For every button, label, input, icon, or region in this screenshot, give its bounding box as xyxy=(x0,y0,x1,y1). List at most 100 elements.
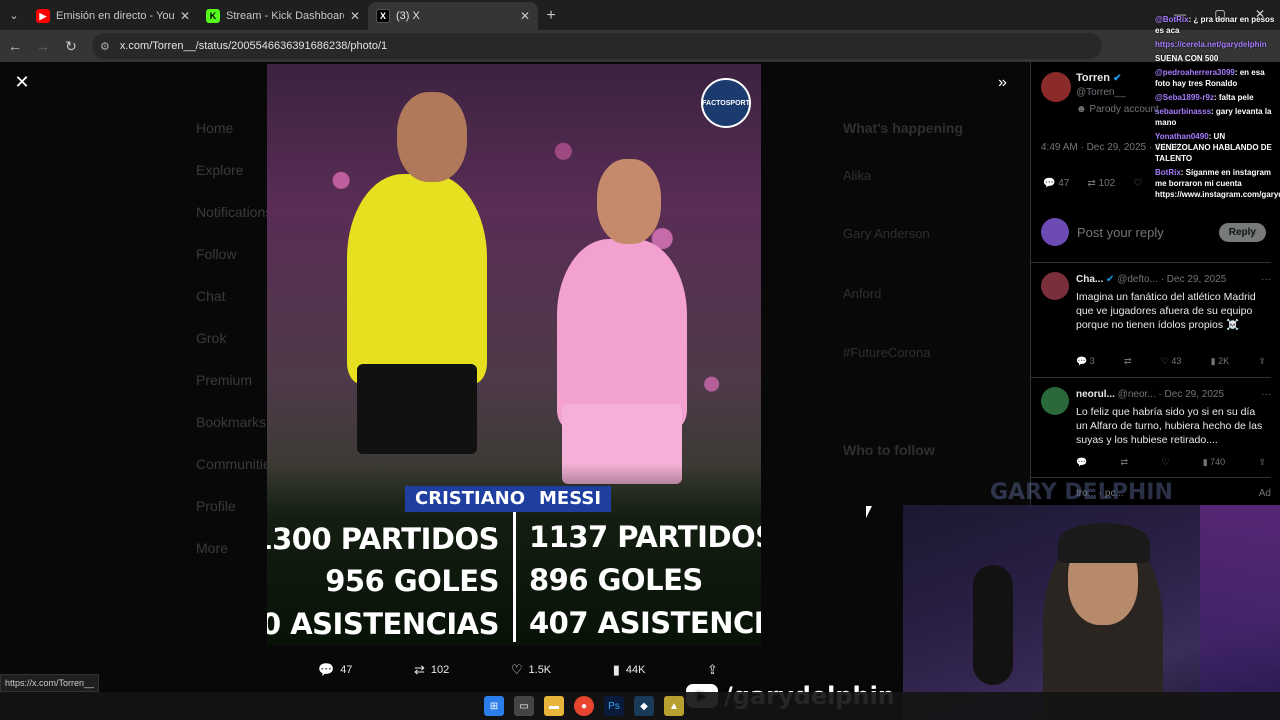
tab-search-chevron-icon[interactable]: ⌄ xyxy=(0,0,28,30)
player-right-jersey xyxy=(557,239,687,429)
like-action[interactable]: ♡ 43 xyxy=(1161,356,1182,367)
author-handle[interactable]: @Torren__ xyxy=(1076,87,1126,98)
right-stat-assists: 407 ASISTENCIAS xyxy=(529,606,761,640)
chat-user: @BotRix xyxy=(1155,15,1189,24)
forward-icon[interactable]: → xyxy=(30,33,56,59)
status-url-tooltip: https://x.com/Torren__ xyxy=(0,674,100,692)
share-icon[interactable]: ⇪ xyxy=(1258,356,1266,367)
share-action[interactable]: ⇪ xyxy=(707,662,718,678)
reply-action[interactable]: 💬 3 xyxy=(1076,356,1095,367)
like-count: 43 xyxy=(1171,356,1182,366)
avatar[interactable] xyxy=(1041,387,1069,415)
post-photo[interactable]: FACTOSPORT CRISTIANO MESSI 1300 PARTIDOS… xyxy=(267,64,761,646)
player-right-head xyxy=(597,159,661,244)
site-info-icon[interactable]: ⚙ xyxy=(100,40,110,53)
tab-kick-dashboard[interactable]: K Stream - Kick Dashboard ✕ xyxy=(198,2,368,30)
task-view-icon[interactable]: ▭ xyxy=(514,696,534,716)
chat-user: @pedroaherrera3099 xyxy=(1155,68,1235,77)
ghost-nav-grok: Grok xyxy=(196,330,227,346)
repost-icon[interactable]: ⇄ xyxy=(1124,356,1132,367)
app-icon[interactable]: ◆ xyxy=(634,696,654,716)
reply-button[interactable]: Reply xyxy=(1218,222,1266,242)
mouse-cursor-icon xyxy=(866,506,872,518)
reply-action[interactable]: 💬 47 xyxy=(318,662,352,678)
right-player-name: MESSI xyxy=(529,486,612,512)
ghost-who-to-follow: Who to follow xyxy=(843,442,935,458)
heart-icon[interactable]: ♡ xyxy=(1161,457,1169,468)
tab-youtube-studio[interactable]: ▶ Emisión en directo - YouTube Studio ✕ xyxy=(28,2,198,30)
stream-chat-overlay: @BotRix: ¿ pra donar en pesos es aca htt… xyxy=(1155,14,1280,203)
tab-close-icon[interactable]: ✕ xyxy=(180,9,190,23)
url-field[interactable]: ⚙ x.com/Torren__/status/2005546636391686… xyxy=(92,33,1102,59)
tab-x[interactable]: X (3) X ✕ xyxy=(368,2,538,30)
reload-icon[interactable]: ↻ xyxy=(58,33,84,59)
right-stat-matches: 1137 PARTIDOS xyxy=(529,520,761,554)
reply-input[interactable]: Post your reply xyxy=(1077,225,1219,240)
more-icon[interactable]: ··· xyxy=(1261,274,1271,285)
new-tab-button[interactable]: + xyxy=(538,2,564,30)
windows-start-icon[interactable]: ⊞ xyxy=(484,696,504,716)
photoshop-icon[interactable]: Ps xyxy=(604,696,624,716)
led-background xyxy=(1200,505,1280,720)
avatar[interactable] xyxy=(1041,272,1069,300)
repost-count: 102 xyxy=(430,664,450,676)
comment-item[interactable]: neorul... @neor... · Dec 29, 2025 ··· Lo… xyxy=(1041,387,1271,472)
ghost-trend: Gary Anderson xyxy=(843,226,930,241)
share-icon[interactable]: ⇪ xyxy=(1258,457,1266,468)
address-bar-row: ← → ↻ ⚙ x.com/Torren__/status/2005546636… xyxy=(0,30,1280,62)
avatar[interactable] xyxy=(1041,72,1071,102)
chat-message: SUENA CON 500 xyxy=(1155,54,1219,63)
author-name[interactable]: Torren ✔ xyxy=(1076,72,1121,84)
like-action[interactable]: ♡ xyxy=(1133,178,1142,189)
views-action[interactable]: ▮ 2K xyxy=(1211,356,1229,367)
parody-label: ☻ Parody account xyxy=(1076,104,1159,115)
chrome-icon[interactable]: ● xyxy=(574,696,594,716)
comment-author[interactable]: neorul... xyxy=(1076,389,1115,400)
expand-sidebar-icon[interactable]: » xyxy=(998,74,1007,92)
file-explorer-icon[interactable]: ▬ xyxy=(544,696,564,716)
views-action[interactable]: ▮ 44K xyxy=(613,662,646,678)
views-icon: ▮ xyxy=(612,662,620,677)
like-action[interactable]: ♡ 1.5K xyxy=(511,662,551,678)
left-stat-goals: 956 GOLES xyxy=(325,564,499,598)
windows-taskbar: ⊞ ▭ ▬ ● Ps ◆ ▲ xyxy=(0,692,1280,720)
tab-close-icon[interactable]: ✕ xyxy=(350,9,360,23)
stream-watermark: GARY DELPHIN xyxy=(990,480,1173,505)
player-left-jersey xyxy=(347,174,487,384)
repost-action[interactable]: ⇄ 102 xyxy=(1087,178,1115,189)
ghost-nav-explore: Explore xyxy=(196,162,244,178)
reply-icon: 💬 xyxy=(318,662,335,677)
comment-author[interactable]: Cha... xyxy=(1076,274,1103,285)
left-player-name: CRISTIANO xyxy=(405,486,536,512)
chat-message: @pedroaherrera3099: en esa foto hay tres… xyxy=(1155,67,1280,89)
views-count: 740 xyxy=(1210,457,1226,467)
parody-text: Parody account xyxy=(1089,104,1159,115)
ghost-nav-premium: Premium xyxy=(196,372,253,388)
app-icon[interactable]: ▲ xyxy=(664,696,684,716)
streamer-cap xyxy=(1058,523,1150,563)
close-photo-icon[interactable]: ✕ xyxy=(12,72,32,92)
repost-action[interactable]: ⇄ 102 xyxy=(414,662,449,678)
heart-icon: ♡ xyxy=(1133,178,1143,189)
reply-action[interactable]: 💬 47 xyxy=(1043,178,1069,189)
comment-header: neorul... @neor... · Dec 29, 2025 ··· xyxy=(1076,389,1271,400)
ghost-trend: Alika xyxy=(843,168,872,183)
post-metrics: 💬 47 ⇄ 102 ♡ xyxy=(1043,178,1142,189)
ghost-nav-chat: Chat xyxy=(196,288,226,304)
more-icon[interactable]: ··· xyxy=(1261,389,1271,400)
reply-count: 47 xyxy=(1058,178,1070,189)
views-action[interactable]: ▮ 740 xyxy=(1203,457,1225,468)
reply-icon[interactable]: 💬 xyxy=(1076,457,1087,468)
ghost-nav-more: More xyxy=(196,540,228,556)
back-icon[interactable]: ← xyxy=(2,33,28,59)
ghost-nav-profile: Profile xyxy=(196,498,236,514)
comment-item[interactable]: Cha... ✔ @defto... · Dec 29, 2025 ··· Im… xyxy=(1041,272,1271,372)
verified-icon: ✔ xyxy=(1106,274,1115,285)
ghost-nav-notifications: Notifications xyxy=(196,204,273,220)
tab-close-icon[interactable]: ✕ xyxy=(520,9,530,23)
reply-count: 3 xyxy=(1089,356,1095,366)
repost-count: 102 xyxy=(1098,178,1116,189)
repost-icon[interactable]: ⇄ xyxy=(1121,457,1129,468)
kick-icon: K xyxy=(206,9,220,23)
reply-composer: Post your reply Reply xyxy=(1041,212,1266,252)
